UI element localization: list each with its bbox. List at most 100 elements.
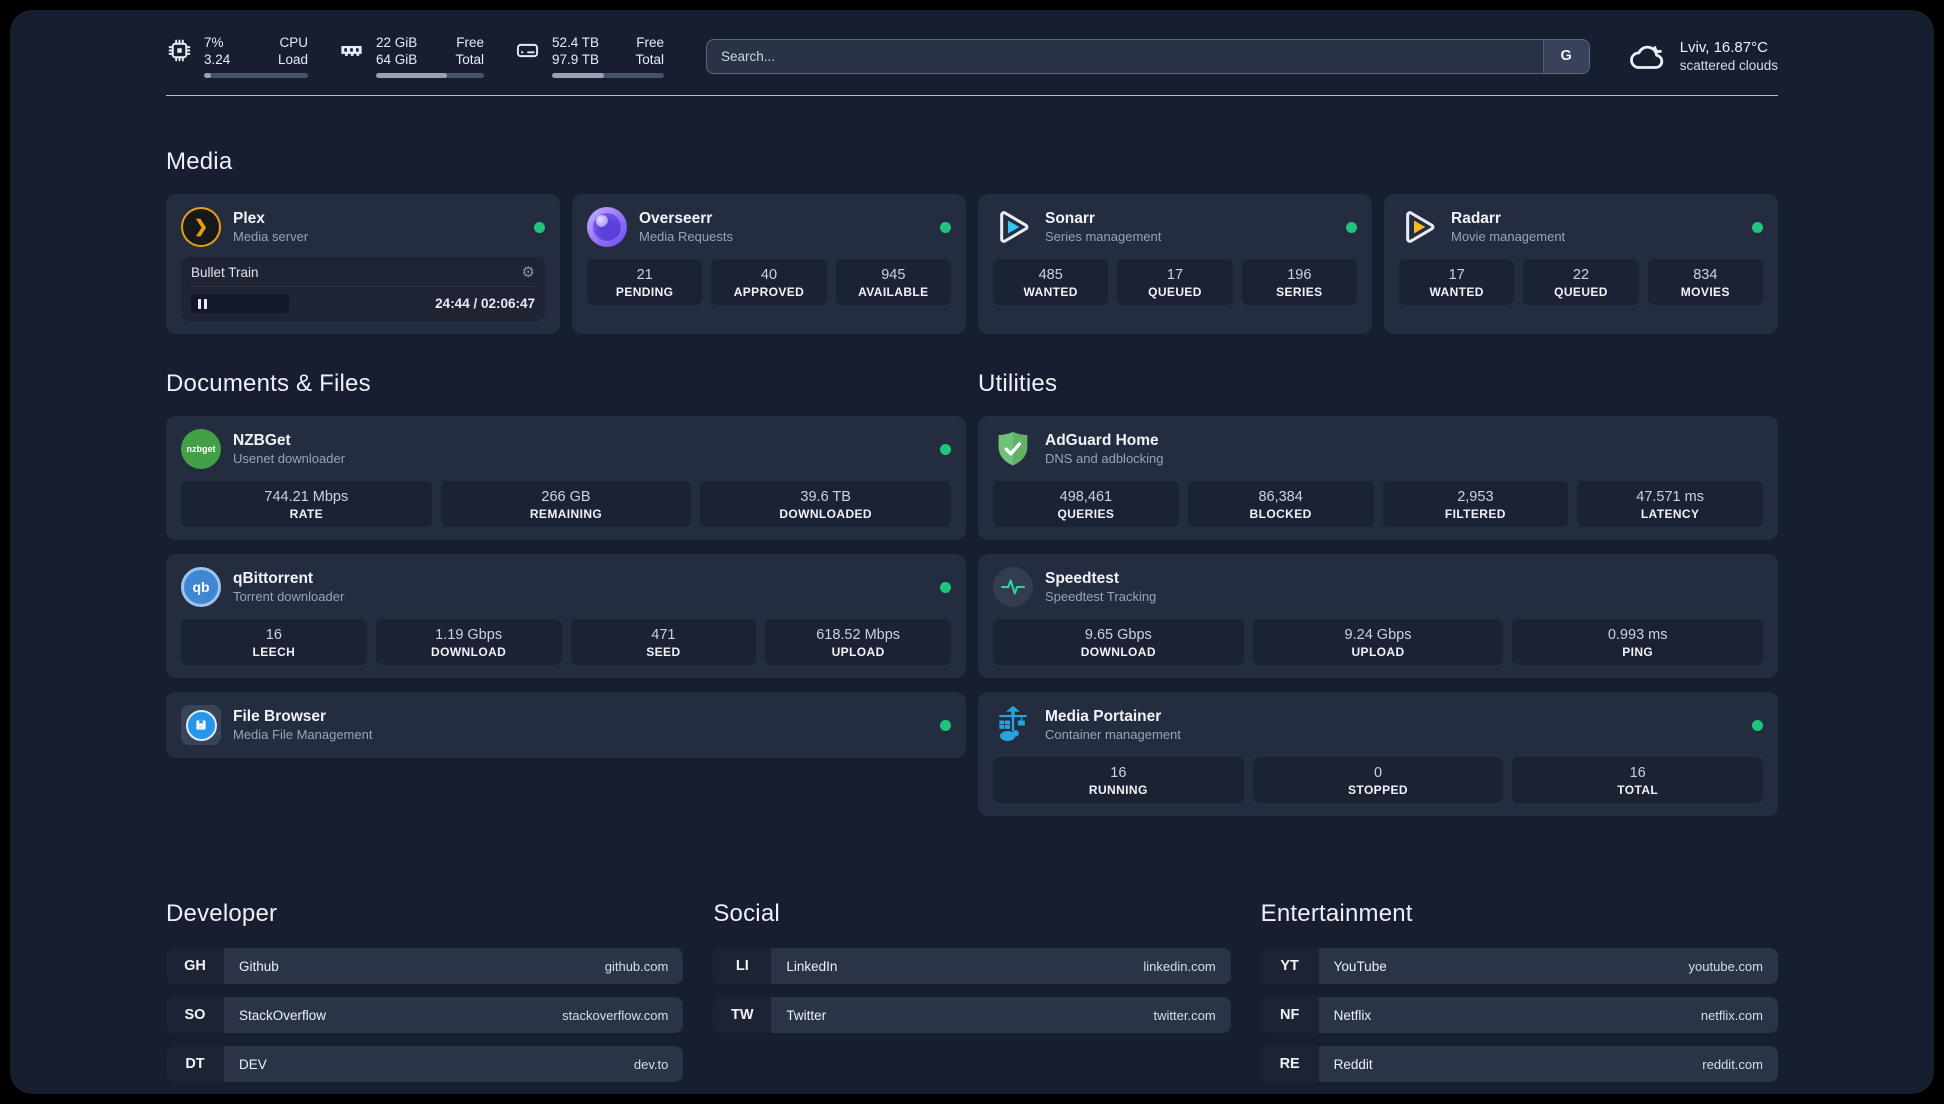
portainer-status-dot (1752, 719, 1763, 731)
bookmark-bar: DEV dev.to (224, 1046, 684, 1082)
stat-label: WANTED (1023, 285, 1078, 299)
bookmark-dev[interactable]: DT DEV dev.to (166, 1046, 684, 1082)
bookmark-name: Netflix (1333, 1007, 1372, 1023)
now-playing-title: Bullet Train (191, 265, 259, 280)
stat-value: 16 (265, 627, 282, 643)
stat-tile: 17 QUEUED (1117, 259, 1233, 305)
filebrowser-card[interactable]: File Browser Media File Management (166, 692, 966, 758)
stat-value: 945 (881, 267, 906, 283)
section-heading-media: Media (166, 148, 233, 175)
plex-subtitle: Media server (233, 229, 309, 244)
stat-value: 0 (1373, 765, 1383, 781)
bookmark-netflix[interactable]: NF Netflix netflix.com (1260, 997, 1778, 1033)
qbittorrent-card[interactable]: qb qBittorrent Torrent downloader 16 LEE… (166, 554, 966, 678)
bookmark-bar: Netflix netflix.com (1318, 997, 1778, 1033)
bookmark-url: netflix.com (1700, 1007, 1763, 1023)
disk-icon (516, 43, 539, 58)
stat-label: QUEUED (1554, 285, 1608, 299)
bookmark-github[interactable]: GH Github github.com (166, 948, 684, 984)
search-engine-button[interactable]: G (1542, 39, 1589, 73)
developer-column: Developer GH Github github.com SO StackO… (166, 900, 684, 1082)
plex-now-playing: Bullet Train ⚙ 24:44 / 02:06:47 (181, 257, 545, 321)
bookmark-name: StackOverflow (239, 1007, 327, 1023)
stat-label: DOWNLOAD (431, 645, 507, 659)
stat-label: PENDING (615, 285, 674, 299)
bookmark-name: LinkedIn (786, 958, 838, 974)
bookmark-linkedin[interactable]: LI LinkedIn linkedin.com (713, 948, 1231, 984)
stat-value: 16 (1629, 765, 1646, 781)
sonarr-card[interactable]: Sonarr Series management 485 WANTED 17 Q… (978, 194, 1372, 334)
radarr-card[interactable]: Radarr Movie management 17 WANTED 22 QUE… (1384, 194, 1778, 334)
speedtest-card[interactable]: Speedtest Speedtest Tracking 9.65 Gbps D… (978, 554, 1778, 678)
stat-value: 2,953 (1457, 489, 1494, 505)
stat-value: 40 (760, 267, 778, 283)
bookmark-reddit[interactable]: RE Reddit reddit.com (1260, 1046, 1778, 1082)
pause-button[interactable] (191, 294, 289, 313)
sonarr-status-dot (1346, 221, 1357, 233)
playback-time: 24:44 / 02:06:47 (435, 296, 535, 311)
portainer-icon (993, 705, 1033, 745)
bookmark-url: stackoverflow.com (562, 1007, 669, 1023)
bookmark-bar: StackOverflow stackoverflow.com (224, 997, 684, 1033)
nzbget-icon-text: nzbget (186, 444, 216, 454)
stat-tile: 945 AVAILABLE (835, 259, 951, 305)
nzbget-icon: nzbget (181, 429, 221, 469)
stat-tile: 266 GB REMAINING (440, 481, 692, 527)
stat-value: 86,384 (1258, 489, 1303, 505)
sonarr-subtitle: Series management (1045, 229, 1162, 244)
stat-tile: 0 STOPPED (1252, 757, 1504, 803)
stat-value: 744.21 Mbps (264, 489, 349, 505)
stat-label: MOVIES (1680, 285, 1730, 299)
disk-widget: 52.4 TB 97.9 TB Free Total (514, 34, 664, 78)
adguard-card[interactable]: AdGuard Home DNS and adblocking 498,461 … (978, 416, 1778, 540)
stat-tile: 40 APPROVED (711, 259, 827, 305)
media-grid: ❯ Plex Media server Bullet Train ⚙ 24:44… (166, 194, 1778, 334)
stat-label: SERIES (1276, 285, 1323, 299)
stat-value: 17 (1166, 267, 1184, 283)
qbittorrent-icon-text: qb (192, 579, 210, 595)
section-heading-documents: Documents & Files (166, 370, 371, 397)
stat-tile: 2,953 FILTERED (1382, 481, 1569, 527)
stat-value: 196 (1287, 267, 1312, 283)
plex-card[interactable]: ❯ Plex Media server Bullet Train ⚙ 24:44… (166, 194, 560, 334)
social-column: Social LI LinkedIn linkedin.com TW Twitt… (713, 900, 1231, 1082)
nzbget-subtitle: Usenet downloader (233, 451, 346, 466)
settings-icon[interactable]: ⚙ (522, 265, 535, 280)
search-bar: G (706, 38, 1590, 74)
bookmark-youtube[interactable]: YT YouTube youtube.com (1260, 948, 1778, 984)
stat-tile: 17 WANTED (1399, 259, 1515, 305)
bookmark-url: twitter.com (1153, 1007, 1216, 1023)
stat-value: 266 GB (541, 489, 591, 505)
bookmark-abbr: SO (166, 997, 224, 1033)
bookmark-twitter[interactable]: TW Twitter twitter.com (713, 997, 1231, 1033)
speedtest-icon (993, 567, 1033, 607)
system-stats: 7% 3.24 CPU Load 22 GiB 64 GiB Free Tota… (166, 34, 664, 78)
stat-tile: 485 WANTED (993, 259, 1109, 305)
stat-value: 471 (651, 627, 676, 643)
stat-label: AVAILABLE (858, 285, 929, 299)
plex-title: Plex (233, 210, 265, 227)
bookmark-stackoverflow[interactable]: SO StackOverflow stackoverflow.com (166, 997, 684, 1033)
adguard-subtitle: DNS and adblocking (1045, 451, 1164, 466)
overseerr-card[interactable]: Overseerr Media Requests 21 PENDING 40 A… (572, 194, 966, 334)
nzbget-card[interactable]: nzbget NZBGet Usenet downloader 744.21 M… (166, 416, 966, 540)
stat-label: QUERIES (1057, 507, 1115, 521)
bookmark-name: Github (239, 958, 279, 974)
cpu-widget: 7% 3.24 CPU Load (166, 34, 308, 78)
adguard-icon (993, 429, 1033, 469)
nzbget-title: NZBGet (233, 432, 291, 449)
search-input[interactable] (707, 48, 1543, 64)
ram-icon (341, 46, 362, 56)
stat-label: QUEUED (1148, 285, 1202, 299)
disk-labels: Free Total (635, 35, 664, 67)
bookmark-bar: YouTube youtube.com (1318, 948, 1778, 984)
stat-tile: 471 SEED (570, 619, 757, 665)
portainer-card[interactable]: Media Portainer Container management 16 … (978, 692, 1778, 816)
stat-value: 39.6 TB (800, 489, 851, 505)
stat-label: RUNNING (1088, 783, 1148, 797)
bookmark-abbr: TW (713, 997, 772, 1033)
stat-tile: 86,384 BLOCKED (1187, 481, 1374, 527)
stat-value: 47.571 ms (1636, 489, 1704, 505)
radarr-status-dot (1752, 221, 1763, 233)
stat-value: 22 (1572, 267, 1590, 283)
